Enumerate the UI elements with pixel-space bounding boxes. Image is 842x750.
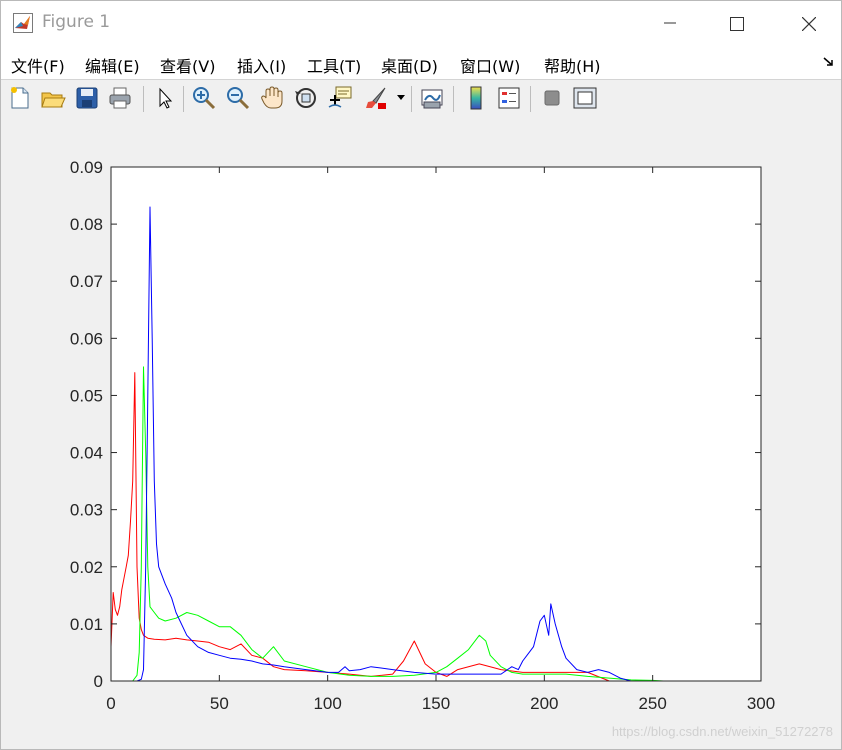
y-tick-label: 0.03	[70, 501, 103, 520]
link-plot-icon	[421, 89, 443, 109]
rotate-3d-icon	[295, 88, 316, 108]
y-tick-label: 0.06	[70, 329, 103, 348]
menu-file[interactable]: 文件(F)	[11, 53, 65, 77]
zoom-in-button[interactable]	[191, 85, 217, 111]
menu-edit[interactable]: 编辑(E)	[85, 53, 140, 77]
figure-canvas: 0 50 100 150 200 250 300 0 0.01 0.02 0.03 0.04 0.05 0…	[1, 118, 841, 749]
watermark: https://blog.csdn.net/weixin_51272278	[611, 724, 833, 739]
zoom-out-icon	[227, 87, 250, 110]
save-icon	[76, 87, 98, 109]
x-tick-label: 50	[210, 694, 229, 713]
y-tick-label: 0.05	[70, 386, 103, 405]
open-file-icon	[41, 92, 66, 108]
dock-arrow-icon[interactable]	[823, 57, 835, 67]
y-tick-label: 0.04	[70, 444, 103, 463]
colorbar-icon	[470, 86, 482, 110]
legend-icon	[498, 87, 520, 109]
new-figure-icon	[11, 87, 29, 109]
matlab-logo-icon	[13, 13, 33, 33]
colorbar-button[interactable]	[463, 85, 489, 111]
close-button[interactable]	[785, 1, 831, 45]
x-tick-label: 0	[106, 694, 115, 713]
x-tick-label: 250	[638, 694, 666, 713]
dropdown-arrow-icon[interactable]	[397, 95, 405, 101]
x-tick-label: 150	[422, 694, 450, 713]
print-button[interactable]	[107, 85, 133, 111]
toolbar-separator	[530, 86, 531, 112]
show-plot-tools-button[interactable]	[572, 85, 598, 111]
toolbar-separator	[411, 86, 412, 112]
x-tick-label: 200	[530, 694, 558, 713]
title-bar: Figure 1	[1, 1, 841, 45]
maximize-icon	[730, 17, 744, 31]
new-figure-button[interactable]	[7, 85, 33, 111]
brush-button[interactable]	[363, 85, 389, 111]
link-plot-button[interactable]	[419, 85, 445, 111]
toolbar-separator	[143, 86, 144, 112]
pan-button[interactable]	[259, 85, 285, 111]
menu-view[interactable]: 查看(V)	[160, 53, 215, 77]
hide-plot-tools-button[interactable]	[539, 85, 565, 111]
hide-plot-tools-icon	[544, 90, 560, 106]
select-button[interactable]	[151, 85, 177, 111]
window-title: Figure 1	[42, 12, 111, 32]
minimize-button[interactable]	[647, 1, 693, 45]
y-tick-label: 0.07	[70, 272, 103, 291]
open-file-button[interactable]	[40, 85, 66, 111]
print-icon	[109, 87, 131, 109]
show-plot-tools-icon	[573, 87, 597, 109]
zoom-in-icon	[193, 87, 216, 110]
y-tick-label: 0	[94, 672, 103, 691]
y-tick-label: 0.02	[70, 558, 103, 577]
zoom-out-button[interactable]	[225, 85, 251, 111]
y-tick-label: 0.09	[70, 158, 103, 177]
close-icon	[802, 17, 816, 31]
toolbar-separator	[453, 86, 454, 112]
data-cursor-icon	[328, 86, 352, 108]
menu-bar: 文件(F) 编辑(E) 查看(V) 插入(I) 工具(T) 桌面(D) 窗口(W…	[1, 45, 841, 79]
toolbar-separator	[183, 86, 184, 112]
menu-desktop[interactable]: 桌面(D)	[381, 53, 438, 77]
minimize-icon	[664, 22, 676, 24]
menu-insert[interactable]: 插入(I)	[237, 53, 286, 77]
x-tick-label: 100	[313, 694, 341, 713]
menu-window[interactable]: 窗口(W)	[460, 53, 520, 77]
y-tick-label: 0.08	[70, 215, 103, 234]
figure-window: Figure 1 文件(F) 编辑(E) 查看(V) 插入(I) 工具(T) 桌…	[0, 0, 842, 750]
brush-icon	[366, 87, 386, 109]
rotate-button[interactable]	[293, 85, 319, 111]
pan-hand-icon	[261, 86, 283, 109]
plot-area	[111, 167, 761, 681]
y-tick-label: 0.01	[70, 615, 103, 634]
menu-help[interactable]: 帮助(H)	[544, 53, 601, 77]
histogram-plot[interactable]: 0 50 100 150 200 250 300 0 0.01 0.02 0.03 0.04 0.05 0…	[1, 118, 841, 749]
menu-tools[interactable]: 工具(T)	[307, 53, 361, 77]
data-cursor-button[interactable]	[327, 85, 353, 111]
maximize-button[interactable]	[713, 1, 759, 45]
figure-toolbar	[1, 79, 841, 119]
legend-button[interactable]	[496, 85, 522, 111]
select-arrow-icon	[159, 87, 173, 109]
x-tick-label: 300	[747, 694, 775, 713]
save-button[interactable]	[74, 85, 100, 111]
